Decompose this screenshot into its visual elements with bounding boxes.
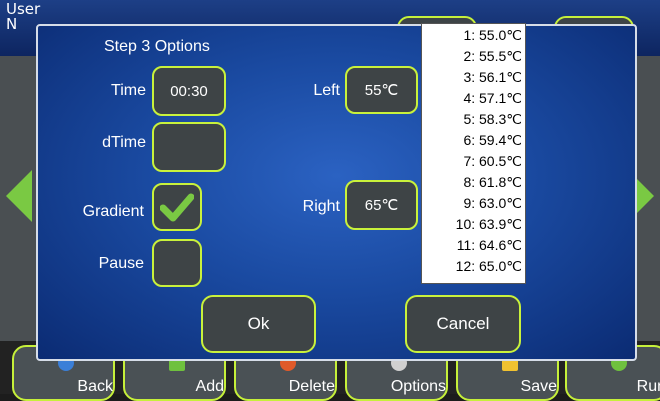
dtime-field[interactable]: [152, 122, 226, 172]
checkmark-icon: [160, 193, 194, 222]
list-item[interactable]: 7: 60.5℃: [422, 152, 522, 170]
gradient-checkbox[interactable]: [152, 183, 202, 231]
list-item[interactable]: 10: 63.9℃: [422, 215, 522, 233]
left-temp-field[interactable]: 55℃: [345, 66, 418, 114]
list-item[interactable]: 9: 63.0℃: [422, 194, 522, 212]
cancel-button[interactable]: Cancel: [405, 295, 521, 353]
list-item[interactable]: 6: 59.4℃: [422, 131, 522, 149]
list-item[interactable]: 3: 56.1℃: [422, 68, 522, 86]
ok-button[interactable]: Ok: [201, 295, 316, 353]
dtime-label: dTime: [102, 134, 146, 151]
list-item[interactable]: 4: 57.1℃: [422, 89, 522, 107]
list-item[interactable]: 5: 58.3℃: [422, 110, 522, 128]
gradient-temperature-list[interactable]: 1: 55.0℃ 2: 55.5℃ 3: 56.1℃ 4: 57.1℃ 5: 5…: [421, 23, 526, 284]
list-item[interactable]: 2: 55.5℃: [422, 47, 522, 65]
pause-label: Pause: [98, 255, 144, 272]
right-temp-field[interactable]: 65℃: [345, 180, 418, 230]
pause-checkbox[interactable]: [152, 239, 202, 287]
list-item[interactable]: 8: 61.8℃: [422, 173, 522, 191]
time-field[interactable]: 00:30: [152, 66, 226, 116]
list-item[interactable]: 11: 64.6℃: [422, 236, 522, 254]
dialog-title: Step 3 Options: [104, 38, 210, 55]
right-temp-label: Right: [302, 198, 340, 215]
step-options-dialog: Step 3 Options Time 00:30 dTime Gradient…: [36, 24, 637, 361]
gradient-label: Gradient: [82, 203, 144, 220]
left-temp-label: Left: [313, 82, 340, 99]
time-label: Time: [111, 82, 146, 99]
list-item[interactable]: 12: 65.0℃: [422, 257, 522, 275]
previous-arrow-icon[interactable]: [6, 170, 32, 222]
list-item[interactable]: 1: 55.0℃: [422, 26, 522, 44]
